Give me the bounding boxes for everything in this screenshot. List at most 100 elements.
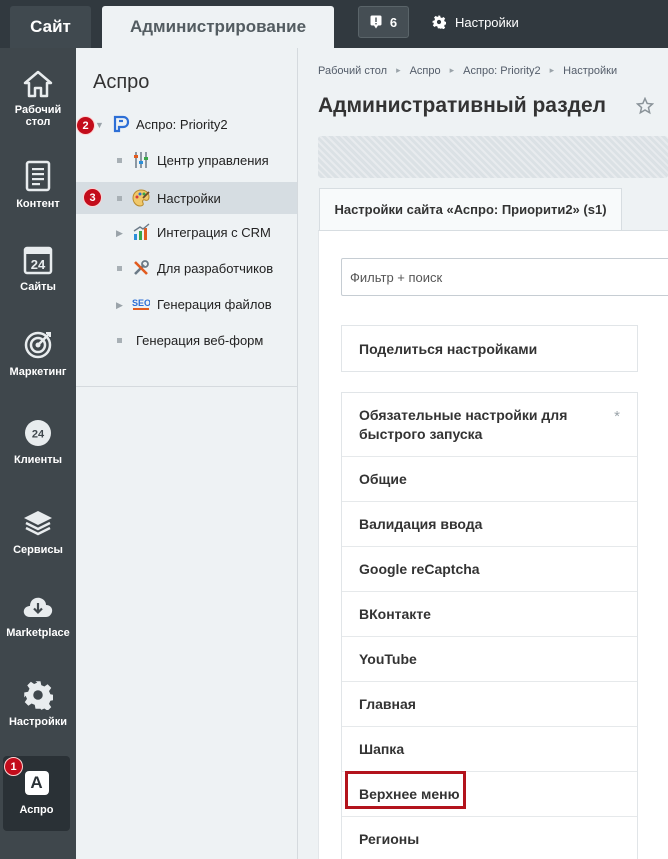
menu-content-label: Контент xyxy=(16,198,60,210)
tree-item-label: Центр управления xyxy=(157,152,269,168)
left-menu: Рабочий стол Контент 24 Сайты Маркетинг … xyxy=(0,48,76,859)
breadcrumb-item[interactable]: Аспро xyxy=(410,65,441,77)
target-icon xyxy=(24,331,52,359)
tree-item-label: Генерация файлов xyxy=(157,296,272,312)
bullet-icon xyxy=(117,196,122,201)
menu-sites[interactable]: 24 Сайты xyxy=(0,245,76,293)
section-youtube[interactable]: YouTube xyxy=(342,636,637,681)
tree-item-aspro-priority2[interactable]: ▼ Аспро: Priority2 xyxy=(76,108,297,140)
step-badge-1: 1 xyxy=(4,757,23,776)
tree-item-label: Для разработчиков xyxy=(157,260,274,276)
toolbar-strip xyxy=(318,136,668,178)
sliders-icon xyxy=(134,152,148,168)
menu-sites-label: Сайты xyxy=(20,281,56,293)
section-general[interactable]: Общие xyxy=(342,456,637,501)
svg-text:24: 24 xyxy=(32,429,45,441)
settings-content: Поделиться настройками Обязательные наст… xyxy=(318,230,668,859)
section-main-page[interactable]: Главная xyxy=(342,681,637,726)
tree-item-label: Настройки xyxy=(157,190,221,206)
seo-icon: SEO xyxy=(132,298,150,310)
section-input-validation[interactable]: Валидация ввода xyxy=(342,501,637,546)
page-title: Административный раздел xyxy=(318,94,607,117)
tools-icon xyxy=(134,260,149,275)
share-settings-button[interactable]: Поделиться настройками xyxy=(341,325,638,372)
chevron-right-icon: ▸ xyxy=(396,65,401,75)
bullet-icon xyxy=(117,338,122,343)
section-label: YouTube xyxy=(359,651,417,667)
menu-content[interactable]: Контент xyxy=(0,160,76,210)
top-bar: Сайт Администрирование 6 Настройки xyxy=(0,0,668,48)
step-badge-3: 3 xyxy=(83,188,102,207)
section-label: Главная xyxy=(359,696,416,712)
breadcrumb-item[interactable]: Настройки xyxy=(563,65,617,77)
section-label: Обязательные настройки для быстрого запу… xyxy=(359,406,568,442)
section-label: Шапка xyxy=(359,741,405,757)
tree-item-label: Интеграция с CRM xyxy=(157,224,271,240)
menu-clients-label: Клиенты xyxy=(13,454,62,466)
section-label: Google reCaptcha xyxy=(359,561,480,577)
notification-icon xyxy=(370,15,382,29)
menu-services-label: Сервисы xyxy=(13,544,63,556)
tree-title: Аспро xyxy=(93,71,150,93)
section-regions[interactable]: Регионы xyxy=(342,816,637,859)
section-vkontakte[interactable]: ВКонтакте xyxy=(342,591,637,636)
main-area: Рабочий стол ▸ Аспро ▸ Аспро: Priority2 … xyxy=(298,48,668,859)
filter-search-input[interactable] xyxy=(341,258,668,296)
chevron-down-icon[interactable]: ▼ xyxy=(95,120,104,130)
menu-settings-label: Настройки xyxy=(8,716,68,728)
chart-icon xyxy=(133,223,150,240)
bullet-icon xyxy=(117,266,122,271)
section-label: Общие xyxy=(359,471,407,487)
aspro-a-icon: A xyxy=(24,771,49,795)
menu-desktop-label: Рабочий стол xyxy=(14,104,62,128)
top-settings-label: Настройки xyxy=(455,14,519,30)
required-asterisk: * xyxy=(614,408,620,425)
tab-site-settings[interactable]: Настройки сайта «Аспро: Приорити2» (s1) xyxy=(319,188,622,230)
menu-services[interactable]: Сервисы xyxy=(0,508,76,556)
breadcrumb-item[interactable]: Рабочий стол xyxy=(318,65,387,77)
home-icon xyxy=(23,70,53,98)
section-label: ВКонтакте xyxy=(359,606,431,622)
tree-item-label: Генерация веб-форм xyxy=(136,332,264,348)
chevron-right-icon[interactable]: ▶ xyxy=(116,228,123,239)
tab-administration[interactable]: Администрирование xyxy=(102,6,334,48)
menu-marketplace[interactable]: Marketplace xyxy=(0,593,76,639)
menu-settings[interactable]: Настройки xyxy=(0,680,76,728)
menu-marketplace-label: Marketplace xyxy=(6,627,70,639)
section-label: Регионы xyxy=(359,831,420,847)
palette-icon xyxy=(132,189,150,207)
section-google-recaptcha[interactable]: Google reCaptcha xyxy=(342,546,637,591)
star-icon[interactable] xyxy=(636,97,654,115)
step-badge-2: 2 xyxy=(76,116,95,135)
gear-icon xyxy=(432,15,446,29)
svg-text:SEO: SEO xyxy=(132,298,150,308)
tree-item-control-center[interactable]: Центр управления xyxy=(76,144,297,176)
menu-aspro-label: Аспро xyxy=(19,804,54,816)
calendar-24-icon: 24 xyxy=(23,246,53,275)
tree-item-crm-integration[interactable]: ▶ Интеграция с CRM xyxy=(76,216,297,248)
highlight-top-menu xyxy=(345,771,466,809)
cloud-download-icon xyxy=(23,597,53,617)
section-required-quick-start[interactable]: Обязательные настройки для быстрого запу… xyxy=(342,393,637,456)
menu-desktop[interactable]: Рабочий стол xyxy=(0,70,76,128)
tree-item-settings[interactable]: Настройки xyxy=(76,182,297,214)
aspro-priority-logo-icon xyxy=(113,115,130,133)
tab-site[interactable]: Сайт xyxy=(10,6,91,48)
chevron-right-icon[interactable]: ▶ xyxy=(116,300,123,311)
top-settings-button[interactable]: Настройки xyxy=(432,12,519,32)
tree-item-webforms-generation[interactable]: Генерация веб-форм xyxy=(76,324,297,356)
chevron-right-icon: ▸ xyxy=(549,65,555,75)
tree-list: ▼ Аспро: Priority2 Центр управления Наст… xyxy=(76,105,297,387)
layers-icon xyxy=(24,511,52,536)
chevron-right-icon: ▸ xyxy=(449,65,455,75)
menu-clients[interactable]: 24 Клиенты xyxy=(0,418,76,466)
breadcrumb-item[interactable]: Аспро: Priority2 xyxy=(463,65,540,77)
section-label: Валидация ввода xyxy=(359,516,483,532)
menu-marketing[interactable]: Маркетинг xyxy=(0,330,76,378)
svg-text:24: 24 xyxy=(31,257,46,272)
gear-icon xyxy=(24,681,53,710)
tree-item-file-generation[interactable]: ▶ SEO Генерация файлов xyxy=(76,288,297,320)
notifications-button[interactable]: 6 xyxy=(358,6,409,38)
section-header[interactable]: Шапка xyxy=(342,726,637,771)
tree-item-developers[interactable]: Для разработчиков xyxy=(76,252,297,284)
